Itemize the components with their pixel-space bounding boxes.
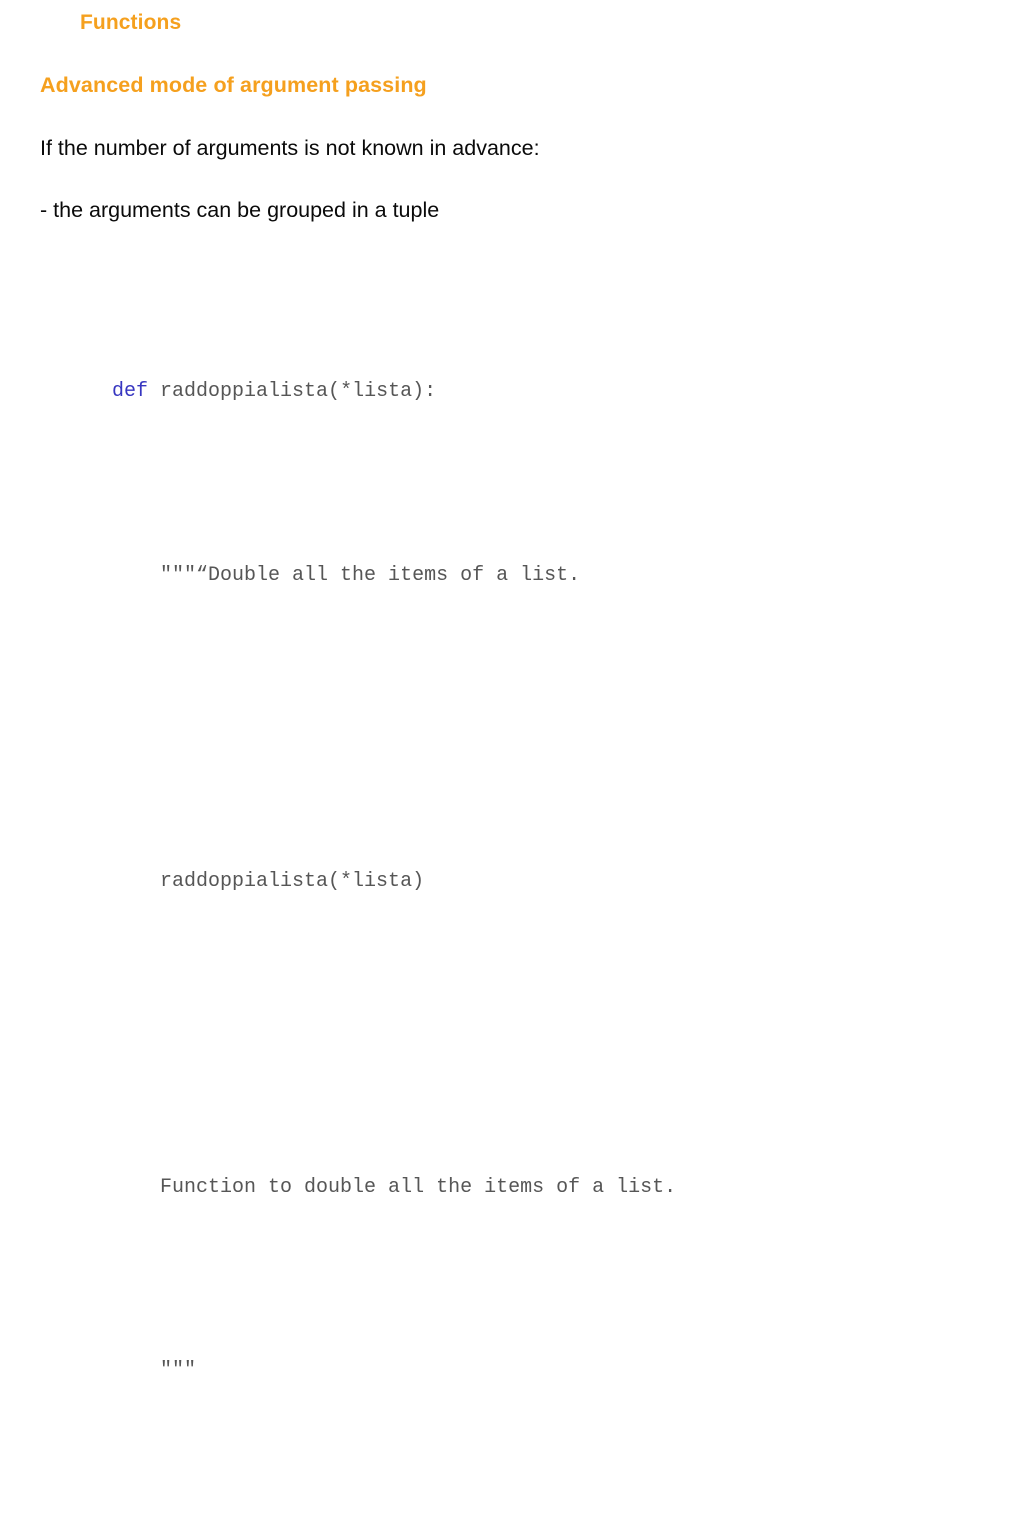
code-line-text: """“Double all the items of a list. — [112, 563, 581, 587]
code-line-text: Function to double all the items of a li… — [112, 1175, 677, 1199]
code-line-text: """ — [112, 1359, 197, 1383]
code-line: """“Double all the items of a list. — [40, 530, 676, 622]
code-line: raddoppialista(*lista) — [40, 836, 676, 928]
code-block: def raddoppialista(*lista): """“Double a… — [40, 255, 676, 1536]
body-paragraph-1: If the number of arguments is not known … — [40, 136, 540, 160]
body-paragraph-2: - the arguments can be grouped in a tupl… — [40, 198, 440, 222]
code-line-text: raddoppialista(*lista): — [148, 380, 437, 404]
code-line: def raddoppialista(*lista): — [40, 347, 676, 439]
slide-canvas: Functions Advanced mode of argument pass… — [0, 0, 1024, 1382]
code-line: """ — [40, 1326, 676, 1418]
page-title: Functions — [80, 11, 182, 34]
code-line: y = [] — [40, 1509, 676, 1536]
keyword-def: def — [112, 380, 149, 404]
code-line: Function to double all the items of a li… — [40, 1142, 676, 1234]
code-line-text: raddoppialista(*lista) — [112, 869, 425, 893]
section-heading: Advanced mode of argument passing — [40, 73, 427, 97]
